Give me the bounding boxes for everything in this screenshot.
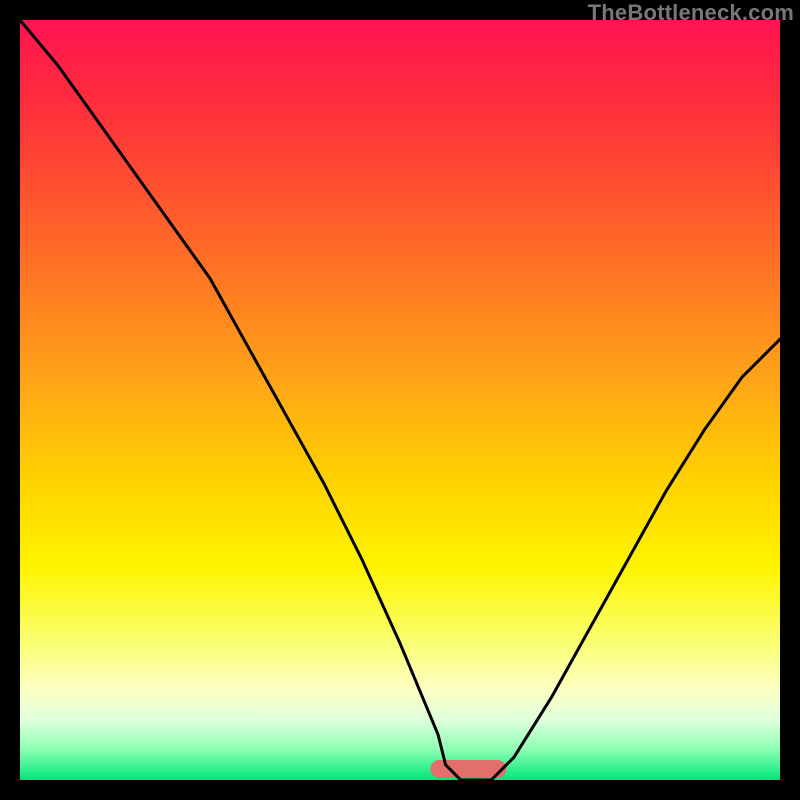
plot-background <box>20 20 780 780</box>
chart-frame: TheBottleneck.com <box>0 0 800 800</box>
bottleneck-chart <box>20 20 780 780</box>
